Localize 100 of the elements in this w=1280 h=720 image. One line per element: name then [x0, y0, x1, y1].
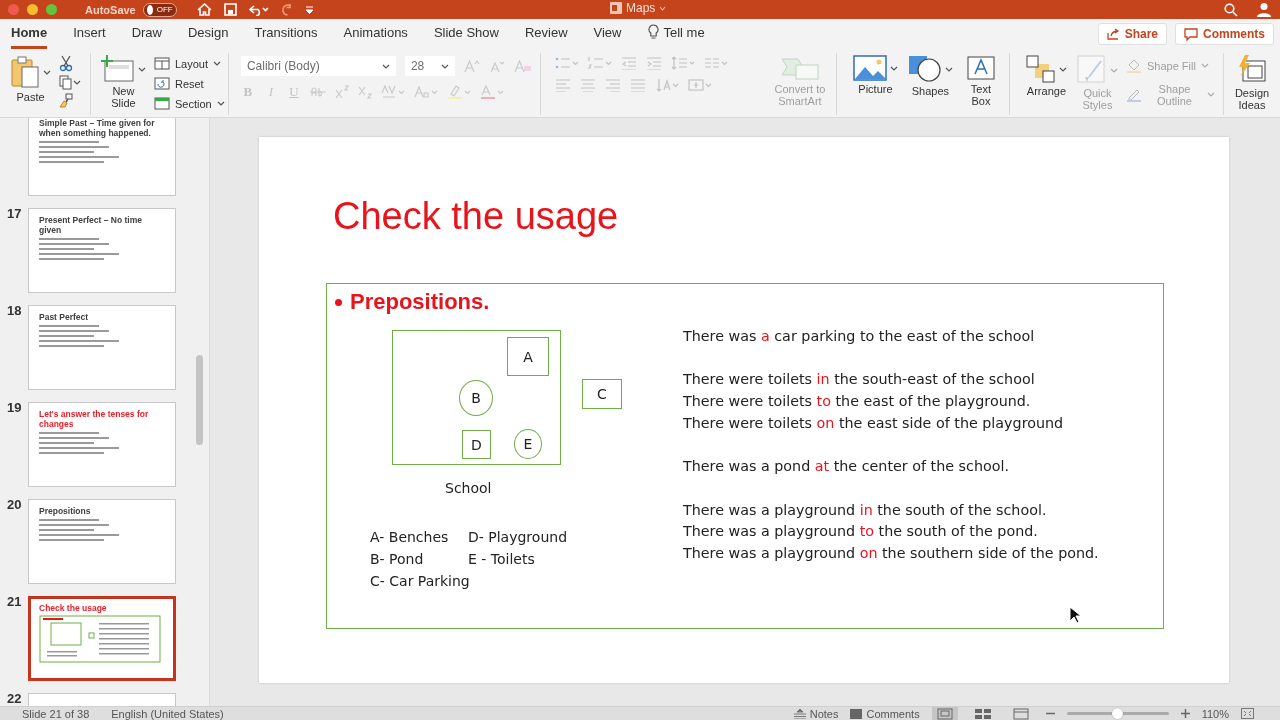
- slide-thumbnail[interactable]: Simple Past – Time given for when something happened.: [28, 118, 176, 196]
- caret-icon[interactable]: [137, 66, 146, 72]
- superscript-icon[interactable]: [334, 85, 349, 99]
- ribbon-tab[interactable]: Animations: [343, 25, 408, 49]
- caret-icon[interactable]: [216, 101, 225, 106]
- view-icon: [974, 707, 991, 720]
- undo-icon[interactable]: [248, 3, 269, 16]
- sentence: There were toilets to the east of the playground.: [683, 392, 1032, 412]
- columns-icon[interactable]: [703, 56, 728, 70]
- slide-thumbnail[interactable]: Let's answer the tenses for changes: [28, 402, 176, 487]
- scrollbar-thumb[interactable]: [196, 355, 203, 445]
- align-text-icon[interactable]: [687, 78, 712, 92]
- home-icon[interactable]: [196, 3, 212, 16]
- ribbon-tab[interactable]: Design: [188, 25, 229, 49]
- caret-icon[interactable]: [1058, 66, 1067, 72]
- comments-button[interactable]: Comments: [850, 707, 920, 720]
- highlight-icon[interactable]: [446, 85, 471, 99]
- layout-button[interactable]: Layout: [153, 55, 225, 72]
- new-slide-icon: [100, 55, 135, 83]
- layout-icon: [153, 57, 170, 70]
- caret-icon: [440, 63, 449, 69]
- slide-thumbnail[interactable]: Past Perfect: [28, 305, 176, 390]
- ribbon-tab[interactable]: Slide Show: [433, 25, 499, 49]
- lightbulb-icon[interactable]: [647, 24, 659, 40]
- numbering-icon[interactable]: [587, 56, 612, 70]
- shrink-font-icon[interactable]: [488, 59, 505, 73]
- align-right-icon[interactable]: [604, 78, 621, 92]
- cut-icon[interactable]: [59, 55, 73, 72]
- caret-icon[interactable]: [889, 65, 898, 71]
- new-slide-button[interactable]: New Slide: [98, 53, 148, 111]
- caret-icon[interactable]: [43, 69, 51, 75]
- zoom-out-icon[interactable]: [1045, 712, 1055, 715]
- slide-thumbnail[interactable]: [28, 693, 176, 706]
- slide-thumbnail[interactable]: Present Perfect – No time given: [28, 208, 176, 293]
- slide-number: 19: [7, 400, 22, 415]
- text-direction-icon[interactable]: [654, 78, 679, 92]
- ribbon-tab[interactable]: Draw: [131, 25, 162, 49]
- fit-to-window-icon[interactable]: [1241, 708, 1254, 719]
- minimize-button[interactable]: [27, 4, 38, 15]
- line-spacing-icon[interactable]: [670, 56, 695, 70]
- slide-thumbnail[interactable]: Check the usage: [28, 596, 176, 681]
- ribbon-tab[interactable]: Transitions: [254, 25, 318, 49]
- notes-button[interactable]: Notes: [793, 707, 839, 720]
- tell-me-label[interactable]: Tell me: [663, 24, 705, 40]
- map-box: A: [507, 337, 549, 376]
- arrange-button[interactable]: Arrange: [1023, 53, 1069, 99]
- strikethrough-icon[interactable]: [309, 85, 326, 99]
- caret-icon[interactable]: [212, 61, 221, 66]
- text-box-icon: [965, 55, 996, 81]
- zoom-slider-thumb[interactable]: [1111, 708, 1123, 719]
- bullets-icon[interactable]: [554, 56, 579, 70]
- language-indicator[interactable]: English (United States): [111, 707, 224, 720]
- autosave-toggle[interactable]: OFF: [142, 2, 177, 17]
- format-painter-icon[interactable]: [59, 93, 73, 108]
- section-button[interactable]: Section: [153, 95, 225, 112]
- smartart-icon: [779, 55, 820, 81]
- close-button[interactable]: [8, 4, 19, 15]
- shapes-button[interactable]: Shapes: [905, 53, 955, 99]
- paste-button[interactable]: Paste: [8, 53, 53, 105]
- font-color-icon[interactable]: [479, 85, 504, 99]
- align-center-icon[interactable]: [579, 78, 596, 92]
- thumbnail-title: Prepositions: [39, 506, 92, 516]
- align-left-icon[interactable]: [554, 78, 571, 92]
- sentence: There were toilets in the south-east of the school: [683, 370, 1036, 390]
- sentence: There was a car parking to the east of the school: [683, 327, 1036, 346]
- search-icon[interactable]: [1224, 2, 1238, 17]
- justify-icon[interactable]: [629, 78, 646, 92]
- subscript-icon[interactable]: [357, 85, 372, 99]
- ribbon-tab[interactable]: Home: [11, 25, 48, 49]
- reset-button[interactable]: Reset: [153, 75, 225, 92]
- account-icon[interactable]: [1256, 2, 1272, 17]
- character-spacing-icon[interactable]: [380, 85, 405, 99]
- picture-button[interactable]: Picture: [850, 53, 900, 97]
- increase-indent-icon[interactable]: [645, 56, 662, 70]
- share-icon: [1106, 28, 1120, 40]
- clear-formatting-icon[interactable]: [513, 59, 532, 73]
- normal-view-button[interactable]: [931, 706, 958, 720]
- ribbon-tab[interactable]: Review: [524, 25, 568, 49]
- change-case-icon[interactable]: [413, 85, 438, 99]
- caret-icon[interactable]: [944, 66, 953, 72]
- text-box-button[interactable]: Text Box: [960, 53, 1001, 109]
- save-icon[interactable]: [223, 3, 237, 16]
- grow-font-icon[interactable]: [463, 59, 480, 73]
- decrease-indent-icon[interactable]: [620, 56, 637, 70]
- comments-button[interactable]: Comments: [1175, 23, 1274, 45]
- copy-icon[interactable]: [59, 75, 81, 90]
- thumbnail-title: Present Perfect – No time given: [39, 215, 143, 235]
- ribbon-tab[interactable]: Insert: [73, 25, 106, 49]
- customize-caret-icon[interactable]: [304, 5, 314, 14]
- design-ideas-button[interactable]: Design Ideas: [1232, 53, 1272, 113]
- picture-icon: [852, 55, 887, 81]
- share-button[interactable]: Share: [1097, 23, 1167, 45]
- redo-icon[interactable]: [280, 3, 293, 16]
- slide-number: 22: [7, 691, 22, 706]
- maximize-button[interactable]: [46, 4, 57, 15]
- slide-number: 20: [7, 497, 22, 512]
- zoom-level[interactable]: 110%: [1201, 707, 1229, 720]
- slide-thumbnail[interactable]: Prepositions: [28, 499, 176, 584]
- zoom-in-icon[interactable]: [1180, 709, 1190, 718]
- ribbon-tab[interactable]: View: [593, 25, 622, 49]
